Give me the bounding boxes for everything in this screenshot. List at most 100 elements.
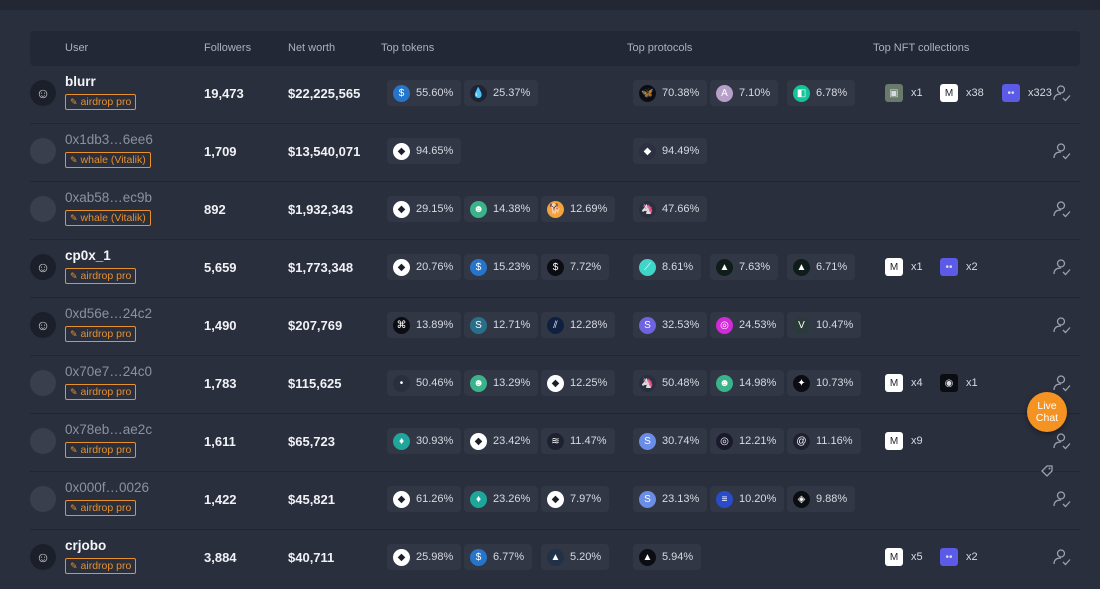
token-chip[interactable]: 🐕 12.69% [541, 196, 616, 222]
user-name[interactable]: 0x78eb…ae2c [65, 422, 152, 437]
user-name[interactable]: blurr [65, 74, 96, 89]
protocol-chip[interactable]: ◧ 6.78% [787, 80, 856, 106]
protocol-chip[interactable]: S 23.13% [633, 486, 708, 512]
protocol-chip[interactable]: ◎ 12.21% [710, 428, 785, 454]
token-chip[interactable]: ◆ 29.15% [387, 196, 462, 222]
avatar[interactable]: ☺ [30, 544, 56, 570]
pencil-icon: ✎ [70, 213, 78, 223]
avatar[interactable] [30, 486, 56, 512]
token-chip[interactable]: $15.23% [464, 254, 539, 280]
avatar[interactable] [30, 138, 56, 164]
header-net-worth[interactable]: Net worth [288, 42, 335, 54]
protocol-chip[interactable]: ◈ 9.88% [787, 486, 856, 512]
avatar[interactable] [30, 196, 56, 222]
user-tag[interactable]: ✎ airdrop pro [65, 384, 137, 400]
follow-user-icon[interactable] [1052, 199, 1072, 219]
nft-chip[interactable]: Mx9 [879, 428, 931, 454]
protocol-chip[interactable]: ◎ 24.53% [710, 312, 785, 338]
token-chip[interactable]: S 12.71% [464, 312, 539, 338]
user-tag[interactable]: ✎ airdrop pro [65, 442, 137, 458]
nft-chip[interactable]: •• x2 [934, 254, 986, 280]
follow-user-icon[interactable] [1052, 83, 1072, 103]
pencil-icon: ✎ [70, 503, 78, 513]
avatar[interactable]: ☺ [30, 312, 56, 338]
protocol-chip[interactable]: ▲ 5.94% [633, 544, 702, 570]
user-tag[interactable]: ✎ whale (Vitalik) [65, 210, 151, 226]
token-chip[interactable]: ≋ 11.47% [541, 428, 615, 454]
follow-user-icon[interactable] [1052, 547, 1072, 567]
token-chip[interactable]: $6.77% [464, 544, 533, 570]
avatar[interactable]: ☺ [30, 254, 56, 280]
avatar[interactable] [30, 370, 56, 396]
header-followers[interactable]: Followers [204, 42, 251, 54]
user-name[interactable]: cp0x_1 [65, 248, 111, 263]
follow-user-icon[interactable] [1052, 431, 1072, 451]
follow-user-icon[interactable] [1052, 141, 1072, 161]
protocol-chip[interactable]: ✦ 10.73% [787, 370, 862, 396]
protocol-chip[interactable]: 🦄 47.66% [633, 196, 708, 222]
user-name[interactable]: crjobo [65, 538, 106, 553]
user-name[interactable]: 0xab58…ec9b [65, 190, 152, 205]
user-tag[interactable]: ✎ airdrop pro [65, 558, 137, 574]
tag-icon[interactable] [1040, 464, 1054, 478]
follow-user-icon[interactable] [1052, 315, 1072, 335]
token-value: 11.47% [570, 435, 607, 447]
token-chip[interactable]: ☻ 14.38% [464, 196, 539, 222]
user-tag[interactable]: ✎ airdrop pro [65, 500, 137, 516]
protocol-chip[interactable]: ▲ 7.63% [710, 254, 779, 280]
nft-chip[interactable]: ◉ x1 [934, 370, 986, 396]
follow-user-icon[interactable] [1052, 373, 1072, 393]
nft-chip[interactable]: •• x323 [996, 80, 1060, 106]
token-chip[interactable]: • 50.46% [387, 370, 462, 396]
live-chat-button[interactable]: Live Chat [1027, 392, 1067, 432]
follow-user-icon[interactable] [1052, 489, 1072, 509]
token-chip[interactable]: ♦ 30.93% [387, 428, 462, 454]
token-chip[interactable]: $7.72% [541, 254, 610, 280]
token-chip[interactable]: ♦ 23.26% [464, 486, 539, 512]
nft-chip[interactable]: Mx5 [879, 544, 931, 570]
avatar[interactable]: ☺ [30, 80, 56, 106]
nft-chip[interactable]: •• x2 [934, 544, 986, 570]
nft-chip[interactable]: Mx1 [879, 254, 931, 280]
nft-chip[interactable]: Mx4 [879, 370, 931, 396]
token-chip[interactable]: ◆ 7.97% [541, 486, 610, 512]
token-chip[interactable]: $55.60% [387, 80, 462, 106]
token-chip[interactable]: ◆ 20.76% [387, 254, 462, 280]
protocol-chip[interactable]: ⟋ 8.61% [633, 254, 702, 280]
token-chip[interactable]: ◆ 61.26% [387, 486, 462, 512]
token-chip[interactable]: ⌘ 13.89% [387, 312, 462, 338]
user-tag[interactable]: ✎ airdrop pro [65, 326, 137, 342]
protocol-chip[interactable]: ≡ 10.20% [710, 486, 785, 512]
protocol-chip[interactable]: @11.16% [787, 428, 861, 454]
protocol-chip[interactable]: ◆ 94.49% [633, 138, 708, 164]
protocol-chip[interactable]: 🦄 50.48% [633, 370, 708, 396]
protocol-chip[interactable]: S 30.74% [633, 428, 708, 454]
header-user[interactable]: User [65, 42, 88, 54]
user-name[interactable]: 0x70e7…24c0 [65, 364, 152, 379]
token-chip[interactable]: 💧 25.37% [464, 80, 539, 106]
user-name[interactable]: 0x000f…0026 [65, 480, 149, 495]
avatar[interactable] [30, 428, 56, 454]
protocol-chip[interactable]: 🦋 70.38% [633, 80, 708, 106]
token-chip[interactable]: ◆ 94.65% [387, 138, 462, 164]
protocol-chip[interactable]: ☻ 14.98% [710, 370, 785, 396]
token-chip[interactable]: ⫽ 12.28% [541, 312, 616, 338]
token-chip[interactable]: ▲ 5.20% [541, 544, 610, 570]
user-tag[interactable]: ✎ whale (Vitalik) [65, 152, 151, 168]
follow-user-icon[interactable] [1052, 257, 1072, 277]
user-tag[interactable]: ✎ airdrop pro [65, 94, 137, 110]
protocol-chip[interactable]: ▲ 6.71% [787, 254, 856, 280]
protocol-chip[interactable]: A 7.10% [710, 80, 779, 106]
feather-icon: ⟋ [639, 258, 656, 276]
user-name[interactable]: 0xd56e…24c2 [65, 306, 152, 321]
protocol-chip[interactable]: V 10.47% [787, 312, 862, 338]
nft-chip[interactable]: ▣ x1 [879, 80, 931, 106]
protocol-chip[interactable]: S 32.53% [633, 312, 708, 338]
token-chip[interactable]: ☻ 13.29% [464, 370, 539, 396]
user-name[interactable]: 0x1db3…6ee6 [65, 132, 153, 147]
nft-chip[interactable]: Mx38 [934, 80, 992, 106]
user-tag[interactable]: ✎ airdrop pro [65, 268, 137, 284]
token-chip[interactable]: ◆ 25.98% [387, 544, 462, 570]
token-chip[interactable]: ◆ 23.42% [464, 428, 539, 454]
token-chip[interactable]: ◆ 12.25% [541, 370, 616, 396]
